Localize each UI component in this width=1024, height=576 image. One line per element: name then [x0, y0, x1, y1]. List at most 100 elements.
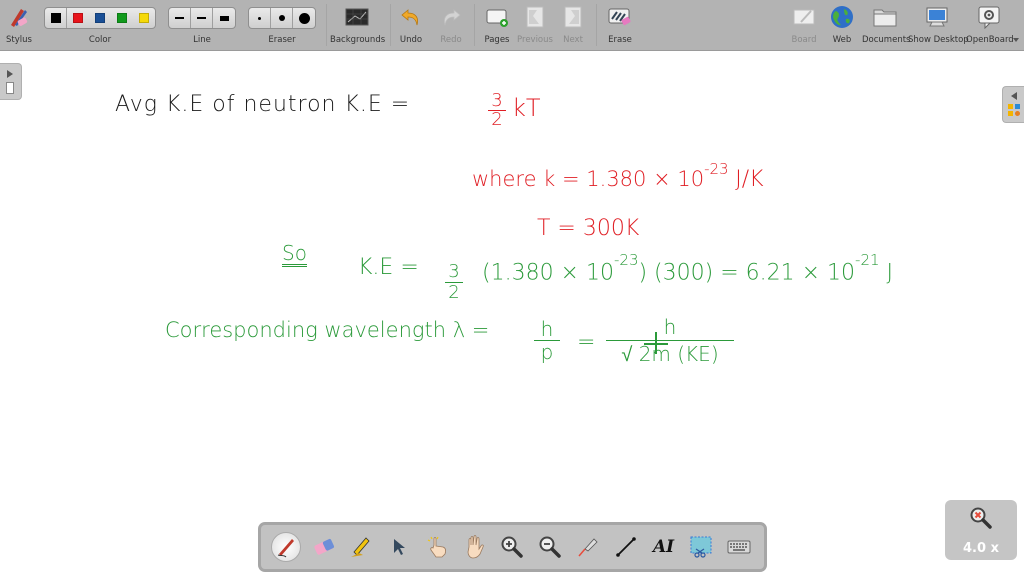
line-label: Line — [193, 35, 211, 45]
separator — [474, 4, 475, 46]
stylus-button[interactable]: Stylus — [2, 0, 36, 51]
openboard-settings-icon — [976, 5, 1002, 29]
zoom-out-tool-icon[interactable] — [535, 532, 565, 562]
line-group: Line — [168, 0, 236, 51]
color-swatch-black[interactable] — [45, 8, 67, 28]
highlighter-tool-icon[interactable] — [346, 532, 376, 562]
redo-button[interactable]: Redo — [434, 0, 468, 51]
erase-all-icon — [607, 5, 633, 29]
so-text: So — [282, 241, 307, 267]
stylus-label: Stylus — [6, 35, 32, 45]
whiteboard-canvas[interactable]: Avg K.E of neutron K.E = 3 2 kT where k … — [0, 52, 1024, 576]
previous-page-icon — [522, 5, 548, 29]
fraction-numerator: h — [663, 315, 677, 339]
color-swatch-red[interactable] — [73, 13, 83, 23]
previous-label: Previous — [517, 35, 553, 45]
eraser-group: Eraser — [248, 0, 316, 51]
documents-label: Documents — [862, 35, 911, 45]
fraction-denominator: p — [534, 340, 560, 363]
boltzmann-constant: where k = 1.380 × 10-23 J/K — [472, 160, 764, 192]
next-label: Next — [563, 35, 583, 45]
backgrounds-button[interactable]: Backgrounds — [330, 0, 386, 51]
zoom-in-tool-icon[interactable] — [497, 532, 527, 562]
web-label: Web — [832, 35, 852, 45]
previous-button[interactable]: Previous — [514, 0, 556, 51]
backgrounds-icon — [344, 5, 370, 29]
redo-icon — [438, 5, 464, 29]
color-swatch-blue[interactable] — [95, 13, 105, 23]
wavelength-text: Corresponding wavelength λ = — [165, 318, 490, 342]
k-value-text: where k = 1.380 × 10 — [472, 167, 705, 191]
eraser-tool-icon[interactable] — [309, 532, 339, 562]
ke-calculation: (1.380 × 10-23) (300) = 6.21 × 10-21 J — [482, 251, 894, 286]
color-group: Color — [44, 0, 156, 51]
text-tool-icon[interactable]: AI — [649, 532, 679, 562]
capture-tool-icon[interactable] — [686, 532, 716, 562]
pointer-tool-icon[interactable] — [384, 532, 414, 562]
text-tool-label: AI — [652, 537, 675, 557]
fraction-h-p: h p — [534, 318, 560, 363]
monitor-icon — [924, 5, 950, 29]
documents-button[interactable]: Documents — [862, 0, 911, 51]
ke-result: ) (300) = 6.21 × 10 — [638, 260, 856, 286]
openboard-button[interactable]: OpenBoard — [966, 0, 1014, 51]
folder-icon — [872, 5, 898, 29]
eraser-large[interactable] — [293, 8, 315, 28]
zoom-indicator[interactable]: 4.0 x — [945, 500, 1017, 560]
board-label: Board — [791, 35, 817, 45]
board-icon — [791, 5, 817, 29]
fraction-numerator: h — [540, 317, 554, 341]
line-medium[interactable] — [191, 8, 213, 28]
fraction-denominator: 2 — [445, 282, 463, 303]
show-desktop-label: Show Desktop — [908, 35, 969, 45]
separator — [596, 4, 597, 46]
undo-button[interactable]: Undo — [394, 0, 428, 51]
zoom-level-text: 4.0 x — [963, 541, 999, 556]
web-button[interactable]: Web — [826, 0, 858, 51]
eraser-medium[interactable] — [271, 8, 293, 28]
color-swatch-yellow[interactable] — [139, 13, 149, 23]
zoom-reset-icon — [969, 506, 993, 534]
k-value-green: (1.380 × 10 — [482, 260, 614, 286]
globe-icon — [829, 5, 855, 29]
separator — [390, 4, 391, 46]
undo-icon — [398, 5, 424, 29]
laser-pointer-tool-icon[interactable] — [573, 532, 603, 562]
fraction-denominator: 2 — [488, 110, 506, 129]
fraction-denominator: √ 2m (KE) — [606, 340, 734, 367]
next-button[interactable]: Next — [558, 0, 588, 51]
avg-ke-text: Avg K.E of neutron K.E = — [115, 92, 411, 117]
joule-unit: J — [886, 260, 894, 286]
line-thick[interactable] — [213, 8, 235, 28]
color-label: Color — [88, 35, 112, 45]
hand-tool-icon[interactable] — [460, 532, 490, 562]
bottom-toolbar: AI — [258, 522, 767, 572]
color-swatch-green[interactable] — [117, 13, 127, 23]
backgrounds-label: Backgrounds — [330, 35, 386, 45]
more-options-icon[interactable] — [1013, 38, 1019, 42]
line-thin[interactable] — [169, 8, 191, 28]
eraser-small[interactable] — [249, 8, 271, 28]
board-button[interactable]: Board — [788, 0, 820, 51]
line-avg-ke: Avg K.E of neutron K.E = — [115, 92, 410, 117]
exponent-2: -21 — [855, 251, 880, 269]
interact-tool-icon[interactable] — [422, 532, 452, 562]
pages-button[interactable]: Pages — [480, 0, 514, 51]
next-page-icon — [560, 5, 586, 29]
fraction-3-2-green: 3 2 — [445, 262, 463, 303]
openboard-label: OpenBoard — [966, 35, 1014, 45]
erase-label: Erase — [608, 35, 632, 45]
fraction-h-sqrt: h √ 2m (KE) — [606, 314, 734, 367]
top-toolbar: Stylus Color Line Eraser Backgrounds Und… — [0, 0, 1024, 51]
pen-tool-icon[interactable] — [270, 532, 301, 562]
erase-button[interactable]: Erase — [603, 0, 637, 51]
keyboard-tool-icon[interactable] — [724, 532, 754, 562]
pages-label: Pages — [484, 35, 510, 45]
k-unit: J/K — [735, 167, 764, 192]
line-tool-icon[interactable] — [611, 532, 641, 562]
color-picker — [44, 7, 156, 29]
show-desktop-button[interactable]: Show Desktop — [908, 0, 969, 51]
fraction-numerator: 3 — [491, 90, 503, 111]
exponent-1: -23 — [613, 251, 639, 269]
cursor-crosshair-icon — [644, 332, 668, 354]
